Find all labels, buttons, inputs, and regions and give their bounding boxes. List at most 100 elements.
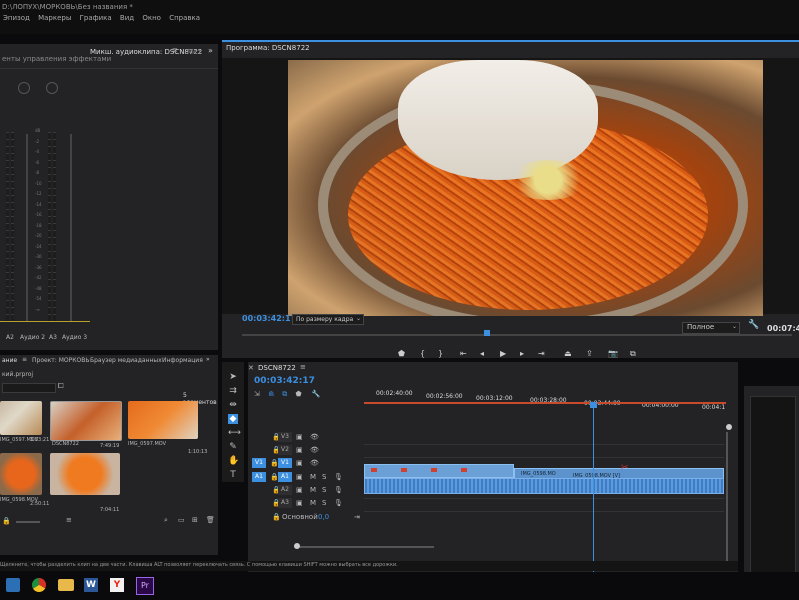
step-back-icon[interactable]: ◂ <box>480 349 484 358</box>
mute-button[interactable]: M <box>310 473 316 481</box>
program-title[interactable]: Программа: DSCN8722 <box>226 44 310 52</box>
fader-a3[interactable] <box>70 134 72 322</box>
word-icon[interactable]: W <box>84 578 98 592</box>
timeline-h-scrollbar[interactable] <box>294 546 434 548</box>
program-timecode[interactable]: 00:03:42:17 <box>242 314 296 323</box>
type-tool-icon[interactable]: T <box>228 470 238 480</box>
add-marker-icon[interactable]: ⬟ <box>295 390 301 398</box>
mute-button[interactable]: M <box>310 486 316 494</box>
panel-menu-icon[interactable]: ≡ <box>300 363 306 371</box>
chrome-icon[interactable] <box>32 578 46 592</box>
razor-tool-icon[interactable]: ◆ <box>228 414 238 424</box>
audio-clip-a1[interactable] <box>364 478 724 494</box>
wrench-icon[interactable]: 🔧 <box>748 320 759 330</box>
panel-menu-icon[interactable]: ≡ <box>172 46 178 54</box>
timeline-timecode[interactable]: 00:03:42:17 <box>254 376 315 386</box>
quality-dropdown[interactable]: Полное ⌄ <box>682 322 740 334</box>
mark-out-icon[interactable]: } <box>438 349 443 358</box>
pen-tool-icon[interactable]: ✎ <box>228 442 238 452</box>
timeline-playhead-handle[interactable] <box>590 402 597 408</box>
fader-a2[interactable] <box>26 134 28 322</box>
extract-icon[interactable]: ⇪ <box>586 349 593 358</box>
go-to-out-icon[interactable]: ⇥ <box>538 349 545 358</box>
thumb-dscn8722[interactable] <box>50 401 122 441</box>
eye-icon[interactable]: 👁 <box>310 433 319 441</box>
camera-icon[interactable]: 📷 <box>608 349 618 358</box>
hand-tool-icon[interactable]: ✋ <box>228 456 239 466</box>
tab-media[interactable]: ание <box>2 357 17 364</box>
timeline-scroll-end[interactable] <box>726 424 732 430</box>
project-search-input[interactable] <box>2 383 56 393</box>
new-item-icon[interactable]: ⊞ <box>192 516 198 524</box>
track-target-v3[interactable]: V3 <box>278 432 292 442</box>
snap-icon[interactable]: ⋒ <box>268 390 274 398</box>
search-icon[interactable]: ⌕ <box>164 516 168 525</box>
video-clip-img0598-a[interactable] <box>364 464 514 478</box>
play-icon[interactable]: ▶ <box>500 349 506 358</box>
mute-button[interactable]: M <box>310 499 316 507</box>
sync-icon[interactable]: ▣ <box>296 499 303 507</box>
taskbar-app-1[interactable] <box>6 578 20 592</box>
tab-audio-clip-mixer[interactable]: Микш. аудиоклипа: DSCN8722 <box>90 48 202 56</box>
track-source-v1[interactable]: V1 <box>252 458 266 468</box>
tab-metadata[interactable]: Мет <box>187 48 201 56</box>
thumb-img0598-b[interactable] <box>50 453 120 495</box>
folder-icon[interactable] <box>58 579 74 591</box>
selection-tool-icon[interactable]: ➤ <box>228 372 238 382</box>
timeline-playhead[interactable] <box>593 406 594 574</box>
mic-icon[interactable]: 🎙 <box>334 499 343 507</box>
folder-icon[interactable]: ▭ <box>178 516 185 524</box>
ripple-edit-icon[interactable]: ⇹ <box>228 400 238 410</box>
menu-help[interactable]: Справка <box>169 14 200 22</box>
sync-icon[interactable]: ▣ <box>296 486 303 494</box>
fit-dropdown[interactable]: По размеру кадра ⌄ <box>292 314 364 325</box>
sync-icon[interactable]: ▣ <box>296 446 303 454</box>
timeline-v-scrollbar[interactable] <box>726 432 728 568</box>
tab-project[interactable]: Проект: МОРКОВЬ <box>32 357 89 364</box>
nest-icon[interactable]: ⇲ <box>254 390 260 398</box>
slip-tool-icon[interactable]: ⟷ <box>228 428 241 438</box>
eye-icon[interactable]: 👁 <box>310 459 319 467</box>
solo-button[interactable]: S <box>322 473 326 481</box>
track-target-a2[interactable]: A2 <box>278 485 292 495</box>
lift-icon[interactable]: ⏏ <box>564 349 572 358</box>
go-to-in-icon[interactable]: ⇤ <box>460 349 467 358</box>
mark-in-icon[interactable]: { <box>420 349 425 358</box>
lock-icon[interactable]: 🔒 <box>272 513 281 521</box>
track-select-icon[interactable]: ⇉ <box>228 386 238 396</box>
master-value[interactable]: 0,0 <box>318 513 329 521</box>
program-playhead[interactable] <box>484 330 490 336</box>
zoom-slider[interactable] <box>16 521 40 523</box>
track-target-a1[interactable]: A1 <box>278 472 292 482</box>
sync-icon[interactable]: ▣ <box>296 433 303 441</box>
track-target-v1[interactable]: V1 <box>278 458 292 468</box>
track-source-a1[interactable]: A1 <box>252 472 266 482</box>
track-target-v2[interactable]: V2 <box>278 445 292 455</box>
new-bin-icon[interactable]: ⧠ <box>58 382 64 391</box>
track-target-a3[interactable]: A3 <box>278 498 292 508</box>
menu-markers[interactable]: Маркеры <box>38 14 71 22</box>
scroll-handle-left[interactable] <box>294 543 300 549</box>
add-marker-icon[interactable]: ⬟ <box>398 349 405 358</box>
premiere-icon[interactable]: Pr <box>136 577 154 595</box>
thumb-img0598-a[interactable] <box>0 453 42 495</box>
menu-window[interactable]: Окно <box>142 14 161 22</box>
mic-icon[interactable]: 🎙 <box>334 473 343 481</box>
mic-icon[interactable]: 🎙 <box>334 486 343 494</box>
thumb-img0597-a[interactable] <box>0 401 42 435</box>
go-to-end-icon[interactable]: ⇥ <box>354 513 360 521</box>
sort-icon[interactable]: ≡ <box>66 516 72 524</box>
expand-panels-icon[interactable]: » <box>206 356 210 363</box>
menu-graphics[interactable]: Графика <box>80 14 112 22</box>
trash-icon[interactable]: 🗑 <box>206 516 215 524</box>
yandex-icon[interactable]: Y <box>110 578 124 592</box>
tab-media-browser[interactable]: Браузер медиаданных <box>90 357 162 364</box>
linked-selection-icon[interactable]: ⧉ <box>282 390 287 398</box>
tab-info[interactable]: Информация <box>162 357 203 364</box>
tab-effects-controls[interactable]: енты управления эффектами <box>2 55 111 63</box>
menu-view[interactable]: Вид <box>120 14 134 22</box>
solo-button[interactable]: S <box>322 499 326 507</box>
program-scrub-bar[interactable] <box>242 334 792 336</box>
sync-icon[interactable]: ▣ <box>296 459 303 467</box>
button-editor-icon[interactable]: ⧉ <box>630 349 636 359</box>
